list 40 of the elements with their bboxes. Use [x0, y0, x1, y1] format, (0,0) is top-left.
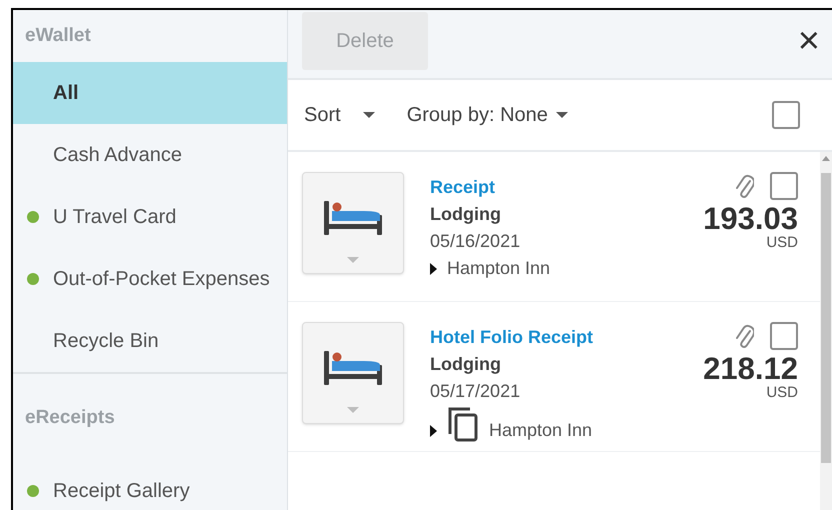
expense-amount: 193.03: [703, 202, 798, 236]
checkbox[interactable]: [770, 172, 798, 200]
expense-category: Lodging: [430, 353, 502, 376]
currency: USD: [766, 236, 798, 250]
sidebar-item[interactable]: Out-of-Pocket Expenses: [13, 248, 287, 310]
expense-amount: 218.12: [703, 352, 798, 386]
sort-dropdown[interactable]: Sort: [304, 100, 375, 130]
vendor-name: Hampton Inn: [489, 419, 592, 442]
caret-icon: [362, 112, 375, 118]
sidebar-item[interactable]: Cash Advance: [13, 124, 287, 186]
expense-category: Lodging: [430, 203, 502, 226]
section-heading: eWallet: [25, 24, 91, 48]
sidebar-item[interactable]: Recycle Bin: [13, 310, 287, 372]
expense-title-link[interactable]: Receipt: [430, 174, 550, 200]
currency: USD: [766, 386, 798, 400]
expense-title-link[interactable]: Hotel Folio Receipt: [430, 324, 594, 350]
expand-arrow-icon[interactable]: [430, 263, 437, 275]
sidebar-item[interactable]: U Travel Card: [13, 186, 287, 248]
scroll-up-icon[interactable]: [822, 156, 830, 161]
section-heading: eReceipts: [25, 406, 115, 430]
bed-icon: [324, 201, 382, 237]
vendor-name: Hampton Inn: [447, 257, 550, 280]
expense-date: 05/17/2021: [430, 380, 522, 403]
receipt-thumbnail[interactable]: [302, 322, 404, 424]
expense-date: 05/16/2021: [430, 230, 522, 253]
checkbox[interactable]: [770, 322, 798, 350]
caret-icon: [347, 257, 359, 263]
sidebar-item[interactable]: All: [13, 62, 287, 124]
scrollbar-thumb[interactable]: [821, 173, 831, 463]
expand-arrow-icon[interactable]: [430, 425, 437, 437]
close-button[interactable]: ×: [798, 22, 820, 60]
sidebar-item[interactable]: Receipt Gallery: [13, 460, 287, 510]
scrollbar[interactable]: [820, 152, 832, 510]
checkbox[interactable]: [772, 101, 800, 129]
bed-icon: [324, 351, 382, 387]
caret-icon: [556, 112, 568, 118]
receipt-thumbnail[interactable]: [302, 172, 404, 274]
caret-icon: [347, 407, 359, 413]
copy-icon[interactable]: [447, 406, 479, 442]
group-by-dropdown[interactable]: Group by: None: [406, 100, 568, 130]
